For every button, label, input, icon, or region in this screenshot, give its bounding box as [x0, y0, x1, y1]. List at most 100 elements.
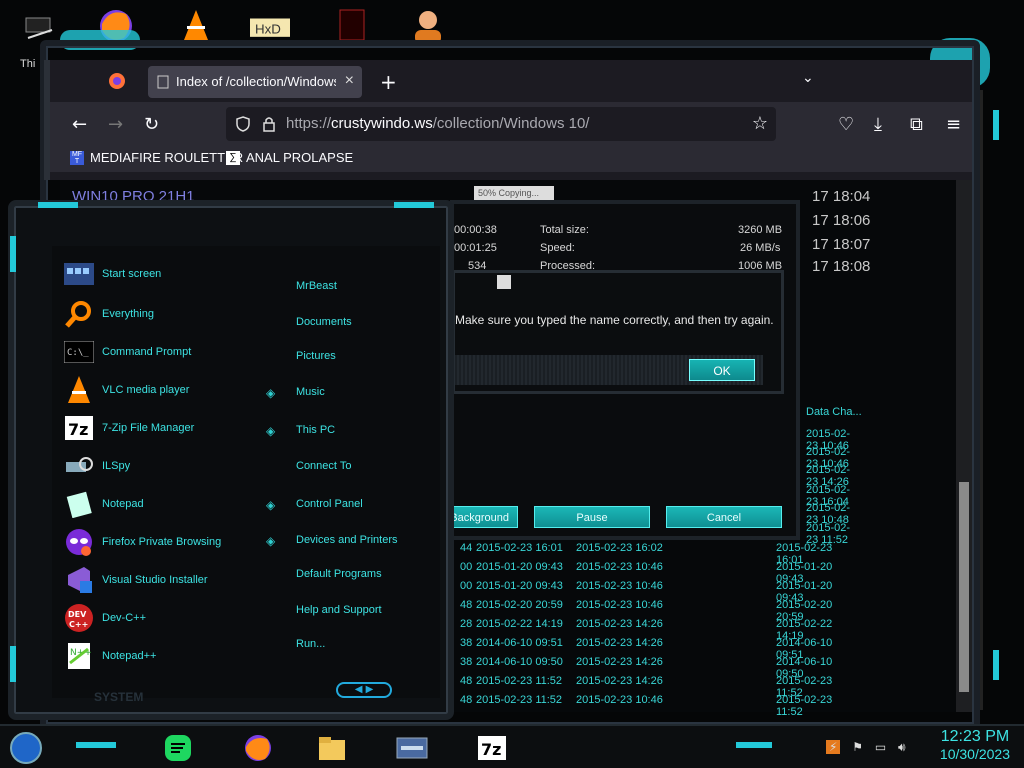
shield-icon[interactable]: [236, 116, 250, 132]
back-icon[interactable]: ←: [72, 114, 87, 135]
cell: 2015-02-23 10:46: [576, 599, 663, 611]
expand-diamond-icon[interactable]: ◈: [266, 534, 278, 548]
cell: 2015-01-20 09:43: [476, 580, 563, 592]
start-item-7zip[interactable]: 7z 7-Zip File Manager: [64, 412, 194, 444]
error-message: Make sure you typed the name correctly, …: [455, 313, 774, 327]
remaining-time: 00:01:25: [454, 242, 497, 254]
bookmark-second[interactable]: ∑ ANAL PROLAPSE: [226, 150, 353, 165]
system-tray: ⚡ ⚑ ▭ 🔊︎: [826, 740, 906, 755]
start-item-start-screen[interactable]: Start screen: [64, 258, 161, 290]
terminal-icon: C:\_: [64, 337, 94, 367]
start-item-notepad-plus-plus[interactable]: N++ Notepad++: [64, 640, 156, 672]
svg-text:7z: 7z: [481, 740, 501, 759]
reload-icon[interactable]: ↻: [144, 114, 159, 135]
accent-bar: [38, 202, 78, 208]
start-right-mrbeast[interactable]: MrBeast: [296, 280, 337, 292]
column-header[interactable]: Data Cha...: [806, 406, 862, 418]
start-menu: Start screen Everything C:\_ Command Prom…: [8, 200, 454, 720]
cancel-button[interactable]: Cancel: [666, 506, 782, 528]
url-prefix: https://: [286, 115, 332, 132]
taskbar-7zip[interactable]: 7z: [474, 730, 510, 766]
start-item-command-prompt[interactable]: C:\_ Command Prompt: [64, 336, 191, 368]
extensions-icon[interactable]: ⧉: [910, 114, 923, 135]
start-item-notepad[interactable]: Notepad: [64, 488, 144, 520]
cell: 2015-01-20 09:43: [476, 561, 563, 573]
accent-bar: [736, 742, 772, 748]
table-row[interactable]: 48 2015-02-20 20:59 2015-02-23 10:46 2015-0…: [460, 597, 860, 623]
cell: 28: [460, 618, 473, 630]
start-item-vlc[interactable]: VLC media player: [64, 374, 189, 406]
chevron-down-icon[interactable]: ⌄: [802, 70, 814, 86]
forward-icon[interactable]: →: [108, 114, 123, 135]
start-right-run[interactable]: Run...: [296, 638, 325, 650]
bookmark-star-icon[interactable]: ☆: [752, 113, 768, 134]
table-row[interactable]: 48 2015-02-23 11:52 2015-02-23 10:46 2015-0…: [460, 692, 860, 718]
clock[interactable]: 12:23 PM 10/30/2023: [940, 728, 1010, 762]
tab-current[interactable]: Index of /collection/Windows 1 ×: [148, 66, 362, 98]
taskbar-file-explorer[interactable]: [314, 730, 350, 766]
start-item-firefox-private[interactable]: Firefox Private Browsing: [64, 526, 221, 558]
start-right-help-support[interactable]: Help and Support: [296, 604, 382, 616]
flag-icon[interactable]: ⚑: [852, 740, 863, 754]
listing-date: 17 18:08: [812, 258, 871, 275]
start-item-visual-studio[interactable]: Visual Studio Installer: [64, 564, 208, 596]
close-icon[interactable]: ×: [345, 72, 354, 90]
expand-diamond-icon[interactable]: ◈: [266, 424, 278, 438]
speed-label: Speed:: [540, 242, 575, 254]
cell: 38: [460, 637, 473, 649]
pause-button[interactable]: Pause: [534, 506, 650, 528]
network-icon[interactable]: ▭: [875, 740, 886, 754]
table-row[interactable]: 28 2015-02-22 14:19 2015-02-23 14:26 2015-0…: [460, 616, 860, 642]
start-item-label: Visual Studio Installer: [102, 574, 208, 586]
firefox-icon[interactable]: [108, 72, 126, 90]
svg-text:7z: 7z: [68, 420, 88, 439]
start-right-pictures[interactable]: Pictures: [296, 350, 336, 362]
new-tab-icon[interactable]: +: [380, 70, 397, 94]
start-right-this-pc[interactable]: This PC: [296, 424, 335, 436]
table-row[interactable]: 38 2014-06-10 09:51 2015-02-23 14:26 2014-0…: [460, 635, 860, 661]
taskbar-spotify[interactable]: [160, 730, 196, 766]
accent-bar: [394, 202, 434, 208]
start-item-label: ILSpy: [102, 460, 131, 472]
expand-diamond-icon[interactable]: ◈: [266, 386, 278, 400]
cell: 2015-02-23 16:01: [476, 542, 563, 554]
ok-button[interactable]: OK: [689, 359, 755, 381]
start-button[interactable]: [8, 730, 44, 766]
error-dialog: Make sure you typed the name correctly, …: [452, 270, 784, 394]
cell: 2015-02-23 10:46: [576, 694, 663, 706]
start-orb-icon: [10, 732, 42, 764]
clock-date: 10/30/2023: [939, 746, 1010, 762]
dialog-icon: [497, 275, 511, 289]
start-right-documents[interactable]: Documents: [296, 316, 352, 328]
table-row[interactable]: 48 2015-02-23 11:52 2015-02-23 14:26 2015-0…: [460, 673, 860, 699]
start-item-dev-cpp[interactable]: DEV C++ Dev-C++: [64, 602, 146, 634]
power-arrows-button[interactable]: ◀ ▶: [336, 682, 392, 698]
table-row[interactable]: 00 2015-01-20 09:43 2015-02-23 10:46 2015-0…: [460, 559, 860, 585]
volume-icon[interactable]: 🔊︎: [898, 740, 906, 754]
cell: 2015-02-23 14:26: [576, 675, 663, 687]
start-right-music[interactable]: Music: [296, 386, 325, 398]
start-right-control-panel[interactable]: Control Panel: [296, 498, 363, 510]
tray-app-icon[interactable]: ⚡: [826, 740, 841, 754]
menu-icon[interactable]: ≡: [946, 114, 961, 135]
table-row[interactable]: 44 2015-02-23 16:01 2015-02-23 16:02 2015-0…: [460, 540, 860, 566]
taskbar-firefox[interactable]: [240, 730, 276, 766]
table-row[interactable]: 38 2014-06-10 09:50 2015-02-23 14:26 2014-0…: [460, 654, 860, 680]
scrollbar-thumb[interactable]: [959, 482, 969, 692]
bookmark-mediafire[interactable]: MF T MEDIAFIRE ROULETTER: [70, 150, 243, 165]
start-right-connect-to[interactable]: Connect To: [296, 460, 351, 472]
taskbar-copy-dialog[interactable]: [394, 730, 430, 766]
cell: 00: [460, 561, 473, 573]
page-scrollbar[interactable]: [956, 172, 972, 712]
pocket-icon[interactable]: ♡: [838, 114, 854, 135]
start-item-ilspy[interactable]: ILSpy: [64, 450, 130, 482]
start-right-devices-printers[interactable]: Devices and Printers: [296, 534, 398, 546]
url-bar[interactable]: https://crustywindo.ws/collection/Window…: [226, 107, 776, 141]
start-item-everything[interactable]: Everything: [64, 298, 154, 330]
expand-diamond-icon[interactable]: ◈: [266, 498, 278, 512]
start-item-label: Notepad: [102, 498, 144, 510]
start-right-default-programs[interactable]: Default Programs: [296, 568, 382, 580]
lock-icon[interactable]: [262, 116, 276, 132]
download-icon[interactable]: ⤓: [874, 114, 882, 135]
table-row[interactable]: 00 2015-01-20 09:43 2015-02-23 10:46 2015-0…: [460, 578, 860, 604]
